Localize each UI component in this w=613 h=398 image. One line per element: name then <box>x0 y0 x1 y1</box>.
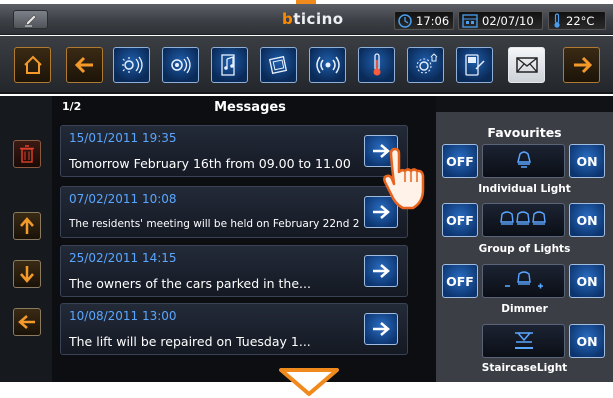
favourite-label: Group of Lights <box>478 243 571 255</box>
lighting-button[interactable] <box>113 47 150 83</box>
scenarios-button[interactable] <box>260 47 297 83</box>
edit-button[interactable] <box>13 10 48 29</box>
bulb-group-icon <box>499 211 546 225</box>
calendar-icon <box>462 13 478 28</box>
message-text: The residents' meeting will be held on F… <box>69 218 359 230</box>
group-lights-tile[interactable] <box>482 203 565 237</box>
message-item[interactable]: 15/01/2011 19:35 Tomorrow February 16th … <box>60 125 408 177</box>
left-arrow-icon <box>18 315 35 329</box>
settings-button[interactable] <box>407 47 444 83</box>
antitheft-button[interactable] <box>309 47 346 83</box>
brand-logo: bticino <box>282 10 344 28</box>
open-message-button[interactable] <box>364 255 398 287</box>
message-item[interactable]: 10/08/2011 13:00 The lift will be repair… <box>60 303 408 355</box>
home-icon <box>23 55 42 74</box>
staircase-light-on-button[interactable]: ON <box>569 324 605 358</box>
settings-icon <box>416 53 437 74</box>
home-button[interactable] <box>14 47 51 83</box>
dimmer-tile[interactable] <box>482 264 565 298</box>
antitheft-icon <box>315 56 340 74</box>
intercom-button[interactable] <box>456 47 493 83</box>
right-arrow-icon <box>373 264 390 278</box>
up-arrow-icon <box>20 217 34 234</box>
scroll-up-button[interactable] <box>13 212 41 240</box>
more-down-icon[interactable] <box>277 367 341 397</box>
message-date: 15/01/2011 19:35 <box>69 131 177 145</box>
pointing-hand-icon <box>383 147 425 210</box>
thermometer-icon <box>373 53 380 76</box>
date-display: 02/07/10 <box>458 11 543 30</box>
message-item[interactable]: 07/02/2011 10:08 The residents' meeting … <box>60 186 408 238</box>
individual-light-on-button[interactable]: ON <box>569 144 605 178</box>
down-arrow-icon <box>20 266 34 283</box>
message-date: 10/08/2011 13:00 <box>69 309 177 323</box>
back-arrow-icon <box>74 56 93 74</box>
pen-icon <box>25 14 37 27</box>
staircase-light-tile[interactable] <box>482 324 565 358</box>
scenarios-icon <box>268 55 287 75</box>
automation-button[interactable] <box>162 47 199 83</box>
message-text: The lift will be repaired on Tuesday 1..… <box>69 334 311 349</box>
clock: 17:06 <box>394 11 454 30</box>
message-text: Tomorrow February 16th from 09.00 to 11.… <box>69 156 351 171</box>
back-button[interactable] <box>66 47 103 83</box>
staircase-light-icon <box>514 332 533 349</box>
forward-button[interactable] <box>563 47 600 83</box>
main-toolbar <box>0 36 613 94</box>
page-title: Messages <box>214 100 286 115</box>
intercom-icon <box>464 54 485 76</box>
temperature-button[interactable] <box>358 47 395 83</box>
thermometer-icon <box>554 13 560 28</box>
trash-icon <box>20 145 34 163</box>
audio-button[interactable] <box>211 47 248 83</box>
right-arrow-icon <box>373 322 390 336</box>
group-lights-on-button[interactable]: ON <box>569 203 605 237</box>
clock-icon <box>398 13 412 28</box>
group-lights-off-button[interactable]: OFF <box>442 203 478 237</box>
dimmer-on-button[interactable]: ON <box>569 264 605 298</box>
favourite-label: StaircaseLight <box>481 362 568 374</box>
envelope-icon <box>515 57 538 73</box>
scroll-down-button[interactable] <box>13 260 41 288</box>
automation-icon <box>170 56 191 74</box>
favourites-title: Favourites <box>487 125 562 140</box>
back-side-button[interactable] <box>13 308 41 336</box>
individual-light-off-button[interactable]: OFF <box>442 144 478 178</box>
delete-button[interactable] <box>13 140 41 168</box>
open-message-button[interactable] <box>364 313 398 345</box>
message-text: The owners of the cars parked in the... <box>69 276 311 291</box>
favourite-label: Dimmer <box>501 303 548 315</box>
favourite-label: Individual Light <box>478 183 571 195</box>
message-item[interactable]: 25/02/2011 14:15 The owners of the cars … <box>60 245 408 297</box>
page-indicator: 1/2 <box>62 100 82 113</box>
messages-button[interactable] <box>508 47 545 83</box>
message-date: 07/02/2011 10:08 <box>69 192 177 206</box>
dimmer-off-button[interactable]: OFF <box>442 264 478 298</box>
temperature-display: 22°C <box>548 11 606 30</box>
audio-icon <box>220 54 235 76</box>
lighting-icon <box>121 56 143 74</box>
message-date: 25/02/2011 14:15 <box>69 251 177 265</box>
single-bulb-icon <box>516 151 531 168</box>
individual-light-tile[interactable] <box>482 144 565 178</box>
status-bar: bticino 17:06 02/07/10 22°C <box>0 4 613 35</box>
dimmer-icon <box>504 271 543 289</box>
forward-arrow-icon <box>573 56 592 74</box>
